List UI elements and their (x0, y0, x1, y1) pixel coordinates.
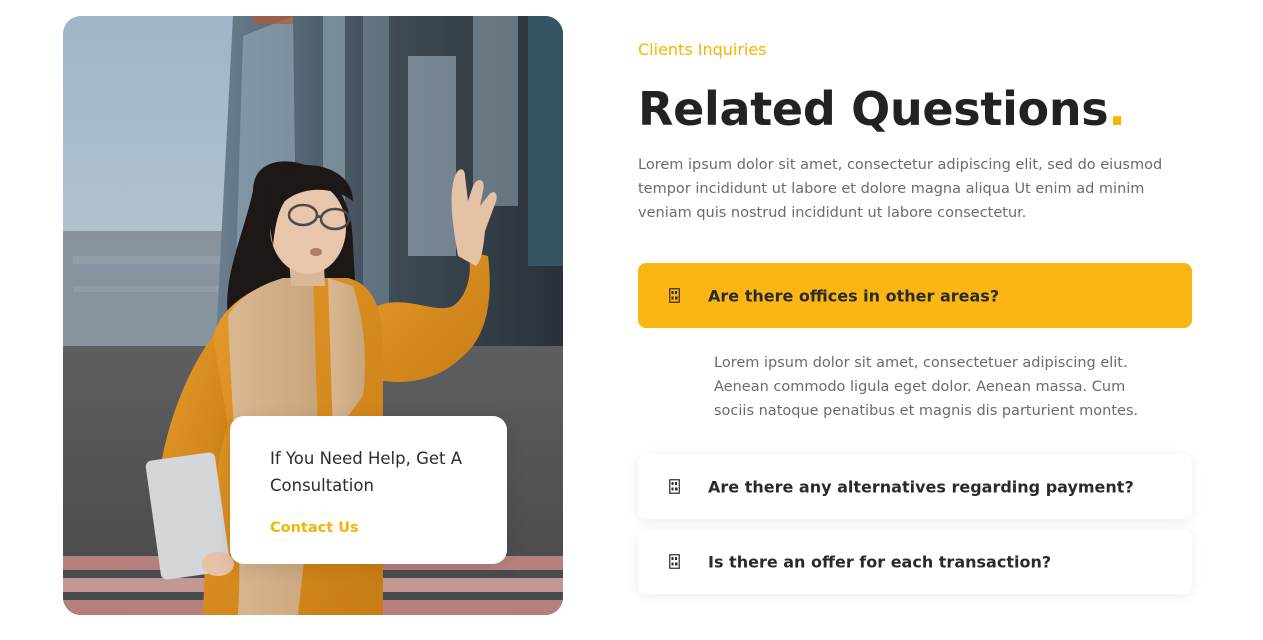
collapsed-glyph-icon (669, 478, 680, 494)
faq-question: Is there an offer for each transaction? (708, 552, 1052, 571)
faq-item-payment[interactable]: Are there any alternatives regarding pay… (638, 454, 1192, 519)
consultation-card-title: If You Need Help, Get A Consultation (270, 449, 463, 495)
collapsed-glyph-icon (669, 553, 680, 569)
consultation-card: If You Need Help, Get A Consultation Con… (230, 416, 507, 564)
section-heading-text: Related Questions (638, 82, 1109, 136)
section-kicker: Clients Inquiries (638, 40, 767, 59)
faq-item-offer[interactable]: Is there an offer for each transaction? (638, 529, 1192, 594)
heading-accent-dot: . (1108, 82, 1126, 136)
faq-question: Are there any alternatives regarding pay… (708, 477, 1134, 496)
faq-item-offices[interactable]: Are there offices in other areas? (638, 263, 1192, 328)
expanded-glyph-icon (669, 287, 680, 303)
faq-question: Are there offices in other areas? (708, 286, 1000, 305)
section-intro: Lorem ipsum dolor sit amet, consectetur … (638, 157, 1163, 221)
section-heading: Related Questions. (638, 78, 1126, 140)
contact-us-link[interactable]: Contact Us (270, 520, 359, 536)
faq-answer: Lorem ipsum dolor sit amet, consectetuer… (714, 355, 1139, 419)
